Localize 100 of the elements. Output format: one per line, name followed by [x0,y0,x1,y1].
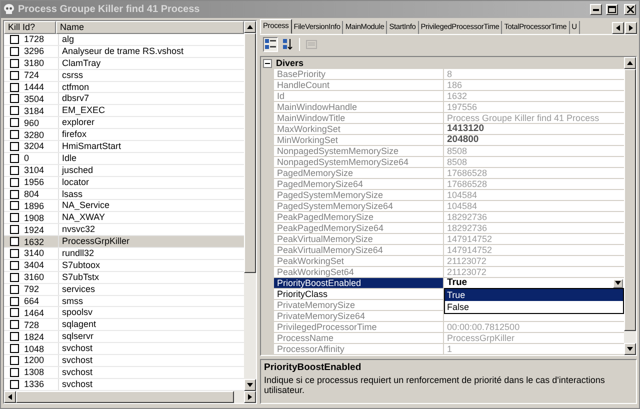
process-row[interactable]: 1956 locator [4,176,244,189]
checkbox[interactable] [10,190,19,199]
property-name[interactable]: BasePriority [274,69,444,80]
property-name[interactable]: PrivilegedProcessorTime [274,322,444,333]
process-row[interactable]: 3104 jusched [4,164,244,177]
process-row[interactable]: 1336 svchost [4,378,244,391]
property-name[interactable]: PagedSystemMemorySize [274,190,444,201]
checkbox[interactable] [10,94,19,104]
alphabetical-button[interactable] [280,37,295,52]
checkbox[interactable] [10,70,19,80]
process-row[interactable]: 3404 S7ubtoox [4,260,244,272]
property-name[interactable]: MinWorkingSet [274,135,444,146]
checkbox[interactable] [10,34,19,44]
checkbox[interactable] [10,225,19,234]
process-row[interactable]: 1464 spoolsv [4,307,244,320]
categorized-button[interactable] [263,37,278,52]
column-header[interactable]: Name [56,21,244,34]
process-row[interactable]: 728 sqlagent [4,319,244,332]
checkbox[interactable] [10,332,19,342]
process-row[interactable]: 1908 NA_XWAY [4,212,244,224]
process-row[interactable]: 1200 svchost [4,355,244,367]
property-name[interactable]: NonpagedSystemMemorySize64 [274,157,444,168]
property-name[interactable]: PrivateMemorySize [274,300,444,311]
process-row[interactable]: 1728 alg [4,34,244,46]
process-row[interactable]: 960 explorer [4,117,244,130]
property-name[interactable]: PeakWorkingSet [274,256,444,267]
checkbox[interactable] [10,106,19,116]
vertical-scrollbar[interactable] [624,57,636,355]
checkbox[interactable] [10,380,19,389]
checkbox[interactable] [10,213,19,222]
checkbox[interactable] [10,320,19,330]
checkbox[interactable] [10,178,19,187]
property-name[interactable]: MainWindowTitle [274,113,444,124]
process-row[interactable]: 3504 dbsrv7 [4,93,244,106]
process-row[interactable]: 804 lsass [4,188,244,200]
process-row[interactable]: 1308 svchost [4,366,244,379]
process-row[interactable]: 3296 Analyseur de trame RS.vshost [4,46,244,58]
process-row[interactable]: 1444 ctfmon [4,82,244,94]
checkbox[interactable] [10,166,19,175]
property-name[interactable]: PriorityBoostEnabled [274,278,444,289]
property-name[interactable]: PrivateMemorySize64 [274,311,444,322]
process-row[interactable]: 1896 NA_Service [4,200,244,212]
process-row[interactable]: 792 services [4,284,244,296]
checkbox[interactable] [10,308,19,318]
vertical-scrollbar[interactable] [244,21,256,391]
checkbox[interactable] [10,344,19,354]
property-name[interactable]: ProcessName [274,333,444,344]
checkbox[interactable] [10,142,19,151]
process-row[interactable]: 3184 EM_EXEC [4,105,244,118]
checkbox[interactable] [10,368,19,377]
collapse-icon[interactable] [263,58,272,68]
minimize-button[interactable] [590,4,602,15]
property-name[interactable]: PeakPagedMemorySize64 [274,223,444,234]
property-name[interactable]: HandleCount [274,80,444,91]
property-name[interactable]: ProcessorAffinity [274,344,444,355]
checkbox[interactable] [10,356,19,365]
property-name[interactable]: PagedMemorySize [274,168,444,179]
process-row[interactable]: 3204 HmiSmartStart [4,141,244,153]
checkbox[interactable] [10,82,19,92]
property-name[interactable]: PagedSystemMemorySize64 [274,201,444,212]
dropdown-button[interactable] [613,278,623,288]
maximize-button[interactable] [606,4,618,15]
process-row[interactable]: 1824 sqlservr [4,331,244,344]
checkbox[interactable] [10,46,19,56]
checkbox[interactable] [10,237,19,246]
checkbox[interactable] [10,130,19,140]
property-name[interactable]: PriorityClass [274,289,444,300]
property-name[interactable]: NonpagedSystemMemorySize [274,146,444,157]
dropdown-option[interactable]: True [445,289,623,301]
column-header[interactable]: Kill Id? [4,21,56,34]
process-row[interactable]: 1924 nvsvc32 [4,224,244,236]
process-row[interactable]: 3140 rundll32 [4,248,244,260]
horizontal-scrollbar[interactable] [4,391,256,403]
property-name[interactable]: PeakVirtualMemorySize64 [274,245,444,256]
checkbox[interactable] [10,154,19,163]
checkbox[interactable] [10,284,19,294]
checkbox[interactable] [10,118,19,128]
checkbox[interactable] [10,296,19,306]
process-row[interactable]: 3180 ClamTray [4,58,244,70]
checkbox[interactable] [10,248,19,258]
process-row[interactable]: 3160 S7ubTstx [4,272,244,284]
property-name[interactable]: MaxWorkingSet [274,124,444,135]
property-name[interactable]: Id [274,91,444,102]
process-row[interactable]: 664 smss [4,296,244,308]
property-name[interactable]: PeakPagedMemorySize [274,212,444,223]
tab-scroll-left-button[interactable] [612,22,624,34]
checkbox[interactable] [10,272,19,282]
close-button[interactable] [624,4,636,15]
checkbox[interactable] [10,260,19,270]
property-name[interactable]: PeakWorkingSet64 [274,267,444,278]
process-row[interactable]: 3280 firefox [4,129,244,142]
checkbox[interactable] [10,201,19,210]
property-name[interactable]: PagedMemorySize64 [274,179,444,190]
property-name[interactable]: MainWindowHandle [274,102,444,113]
checkbox[interactable] [10,58,19,68]
tab-scroll-right-button[interactable] [625,22,637,34]
process-row[interactable]: 1632 ProcessGrpKiller [4,236,244,248]
process-row[interactable]: 0 Idle [4,152,244,165]
process-row[interactable]: 724 csrss [4,70,244,82]
property-name[interactable]: PeakVirtualMemorySize [274,234,444,245]
